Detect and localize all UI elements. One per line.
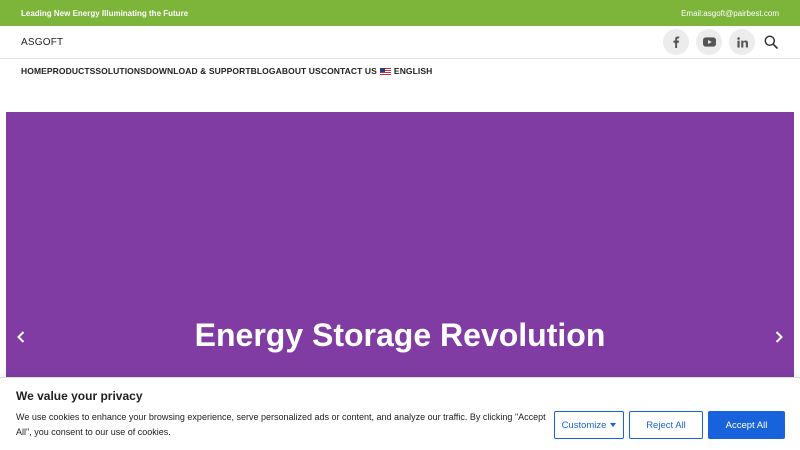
top-bar: Leading New Energy Illuminating the Futu…	[0, 0, 800, 26]
cookie-banner: We value your privacy We use cookies to …	[0, 377, 800, 450]
customize-label: Customize	[561, 419, 607, 431]
tagline: Leading New Energy Illuminating the Futu…	[21, 8, 189, 18]
accept-all-button[interactable]: Accept All	[708, 411, 785, 439]
facebook-icon[interactable]	[663, 29, 689, 55]
nav-item-download-support[interactable]: DOWNLOAD & SUPPORT	[146, 66, 251, 76]
reject-all-button[interactable]: Reject All	[629, 411, 703, 439]
nav-item-products[interactable]: PRODUCTS	[47, 66, 96, 76]
main-nav: HOME PRODUCTS SOLUTIONS DOWNLOAD & SUPPO…	[21, 64, 432, 78]
language-label: ENGLISH	[393, 66, 433, 76]
chevron-right-icon[interactable]	[771, 329, 787, 345]
site-header: ASGOFT	[0, 26, 800, 59]
language-selector[interactable]: ENGLISH	[379, 66, 433, 76]
caret-down-icon	[610, 423, 617, 427]
nav-item-solutions[interactable]: SOLUTIONS	[95, 66, 146, 76]
cookie-text: We use cookies to enhance your browsing …	[16, 412, 546, 437]
nav-item-contact-us[interactable]: CONTACT US	[321, 66, 377, 76]
youtube-icon[interactable]	[696, 29, 722, 55]
cookie-title: We value your privacy	[16, 389, 143, 403]
hero-slider: Energy Storage Revolution	[6, 112, 794, 377]
nav-item-blog[interactable]: BLOG	[251, 66, 276, 76]
social-links	[663, 29, 779, 55]
email-link[interactable]: Email:asgoft@pairbest.com	[681, 9, 779, 18]
customize-button[interactable]: Customize	[554, 411, 624, 439]
linkedin-icon[interactable]	[729, 29, 755, 55]
us-flag-icon	[379, 67, 391, 75]
site-logo[interactable]: ASGOFT	[21, 37, 63, 48]
nav-item-home[interactable]: HOME	[21, 66, 47, 76]
search-icon[interactable]	[763, 34, 779, 50]
hero-title: Energy Storage Revolution	[194, 317, 606, 353]
nav-item-about-us[interactable]: ABOUT US	[276, 66, 321, 76]
